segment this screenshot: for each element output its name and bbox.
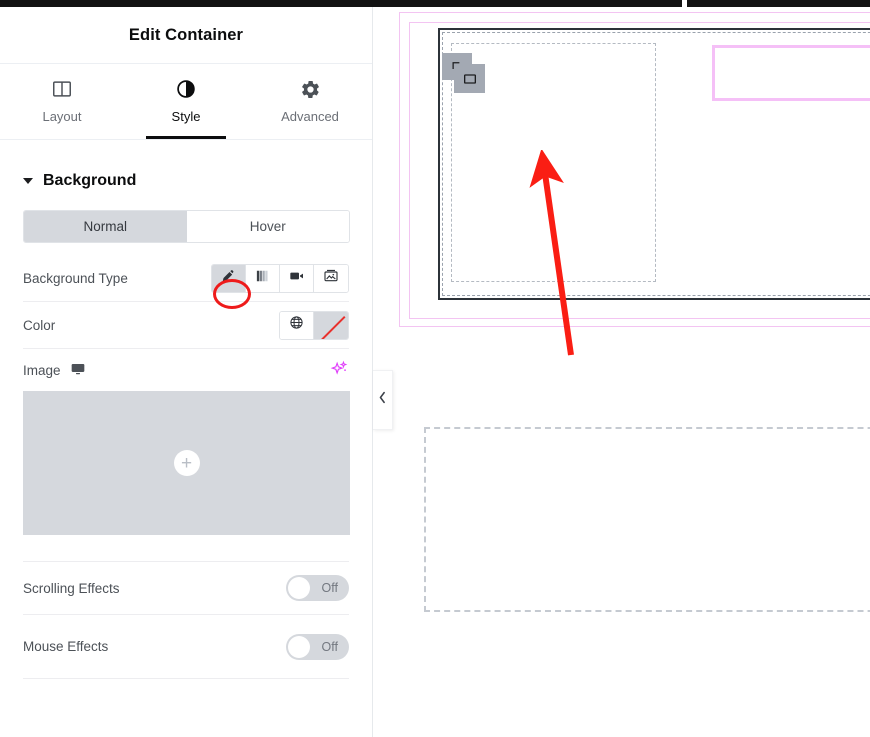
- divider: [23, 678, 349, 679]
- app-root: Edit Container Layout Style Advanced Bac…: [0, 0, 870, 737]
- background-type-gradient-option[interactable]: [246, 264, 280, 292]
- empty-dashed-container[interactable]: [424, 427, 870, 612]
- editor-panel: Edit Container Layout Style Advanced Bac…: [0, 7, 373, 737]
- scrolling-effects-label: Scrolling Effects: [23, 580, 120, 596]
- background-type-choices: [211, 263, 349, 293]
- plus-icon[interactable]: +: [173, 450, 200, 476]
- background-section-title: Background: [43, 172, 137, 189]
- image-upload-area[interactable]: +: [23, 391, 350, 535]
- state-tab-hover[interactable]: Hover: [186, 211, 349, 242]
- background-section-header[interactable]: Background: [23, 140, 349, 206]
- tab-advanced-label: Advanced: [281, 109, 339, 124]
- scrolling-effects-state: Off: [321, 581, 338, 595]
- mouse-effects-state: Off: [321, 639, 338, 654]
- scrolling-effects-toggle[interactable]: Off: [286, 575, 349, 601]
- tab-layout[interactable]: Layout: [0, 64, 124, 139]
- mouse-effects-toggle[interactable]: Off: [286, 633, 349, 660]
- image-label-group: Image: [23, 361, 86, 380]
- mouse-effects-row: Mouse Effects Off: [23, 615, 349, 678]
- contrast-icon: [175, 76, 197, 102]
- image-row: Image: [23, 349, 349, 391]
- panel-tabs: Layout Style Advanced: [0, 64, 372, 140]
- brush-icon: [221, 268, 236, 288]
- toggle-knob: [288, 577, 310, 599]
- image-label: Image: [23, 362, 61, 378]
- gear-icon: [300, 76, 321, 102]
- tab-advanced[interactable]: Advanced: [248, 64, 372, 139]
- page-title: Edit Container: [128, 25, 244, 44]
- ai-sparkle-icon[interactable]: [330, 359, 349, 382]
- globe-icon: [289, 315, 304, 335]
- preview-canvas: [374, 7, 870, 737]
- state-tab-normal[interactable]: Normal: [24, 211, 187, 242]
- slideshow-icon: [323, 268, 339, 289]
- toggle-knob: [288, 635, 310, 658]
- chevron-down-icon: [23, 178, 33, 184]
- tab-layout-label: Layout: [42, 109, 82, 124]
- mouse-effects-label: Mouse Effects: [23, 639, 109, 654]
- browser-chrome-gap: [682, 0, 687, 7]
- color-label: Color: [23, 317, 56, 333]
- background-type-slideshow-option[interactable]: [314, 264, 348, 292]
- background-type-label: Background Type: [23, 270, 128, 286]
- columns-icon: [51, 76, 73, 102]
- rectangle-handle-icon[interactable]: [454, 64, 485, 93]
- gradient-icon: [256, 269, 270, 288]
- panel-collapse-button[interactable]: [373, 370, 393, 430]
- panel-body: Background Normal Hover Background Type: [0, 140, 372, 679]
- color-control: [279, 310, 349, 340]
- color-swatch-button[interactable]: [314, 311, 348, 339]
- browser-chrome-bar: [0, 0, 870, 7]
- state-tabs: Normal Hover: [23, 210, 350, 243]
- widget-outline-box[interactable]: [712, 45, 870, 101]
- global-color-button[interactable]: [280, 311, 314, 339]
- background-type-row: Background Type: [23, 255, 349, 301]
- tab-style-label: Style: [171, 109, 201, 124]
- chevron-left-icon: [378, 391, 387, 409]
- background-type-video-option[interactable]: [280, 264, 314, 292]
- section-outline[interactable]: [399, 12, 870, 327]
- selected-container[interactable]: [438, 28, 870, 300]
- background-type-classic-option[interactable]: [212, 264, 246, 292]
- panel-header: Edit Container: [0, 7, 372, 64]
- desktop-icon[interactable]: [70, 361, 86, 380]
- tab-style[interactable]: Style: [124, 64, 248, 139]
- scrolling-effects-row: Scrolling Effects Off: [23, 562, 349, 614]
- video-icon: [289, 268, 305, 289]
- color-row: Color: [23, 302, 349, 348]
